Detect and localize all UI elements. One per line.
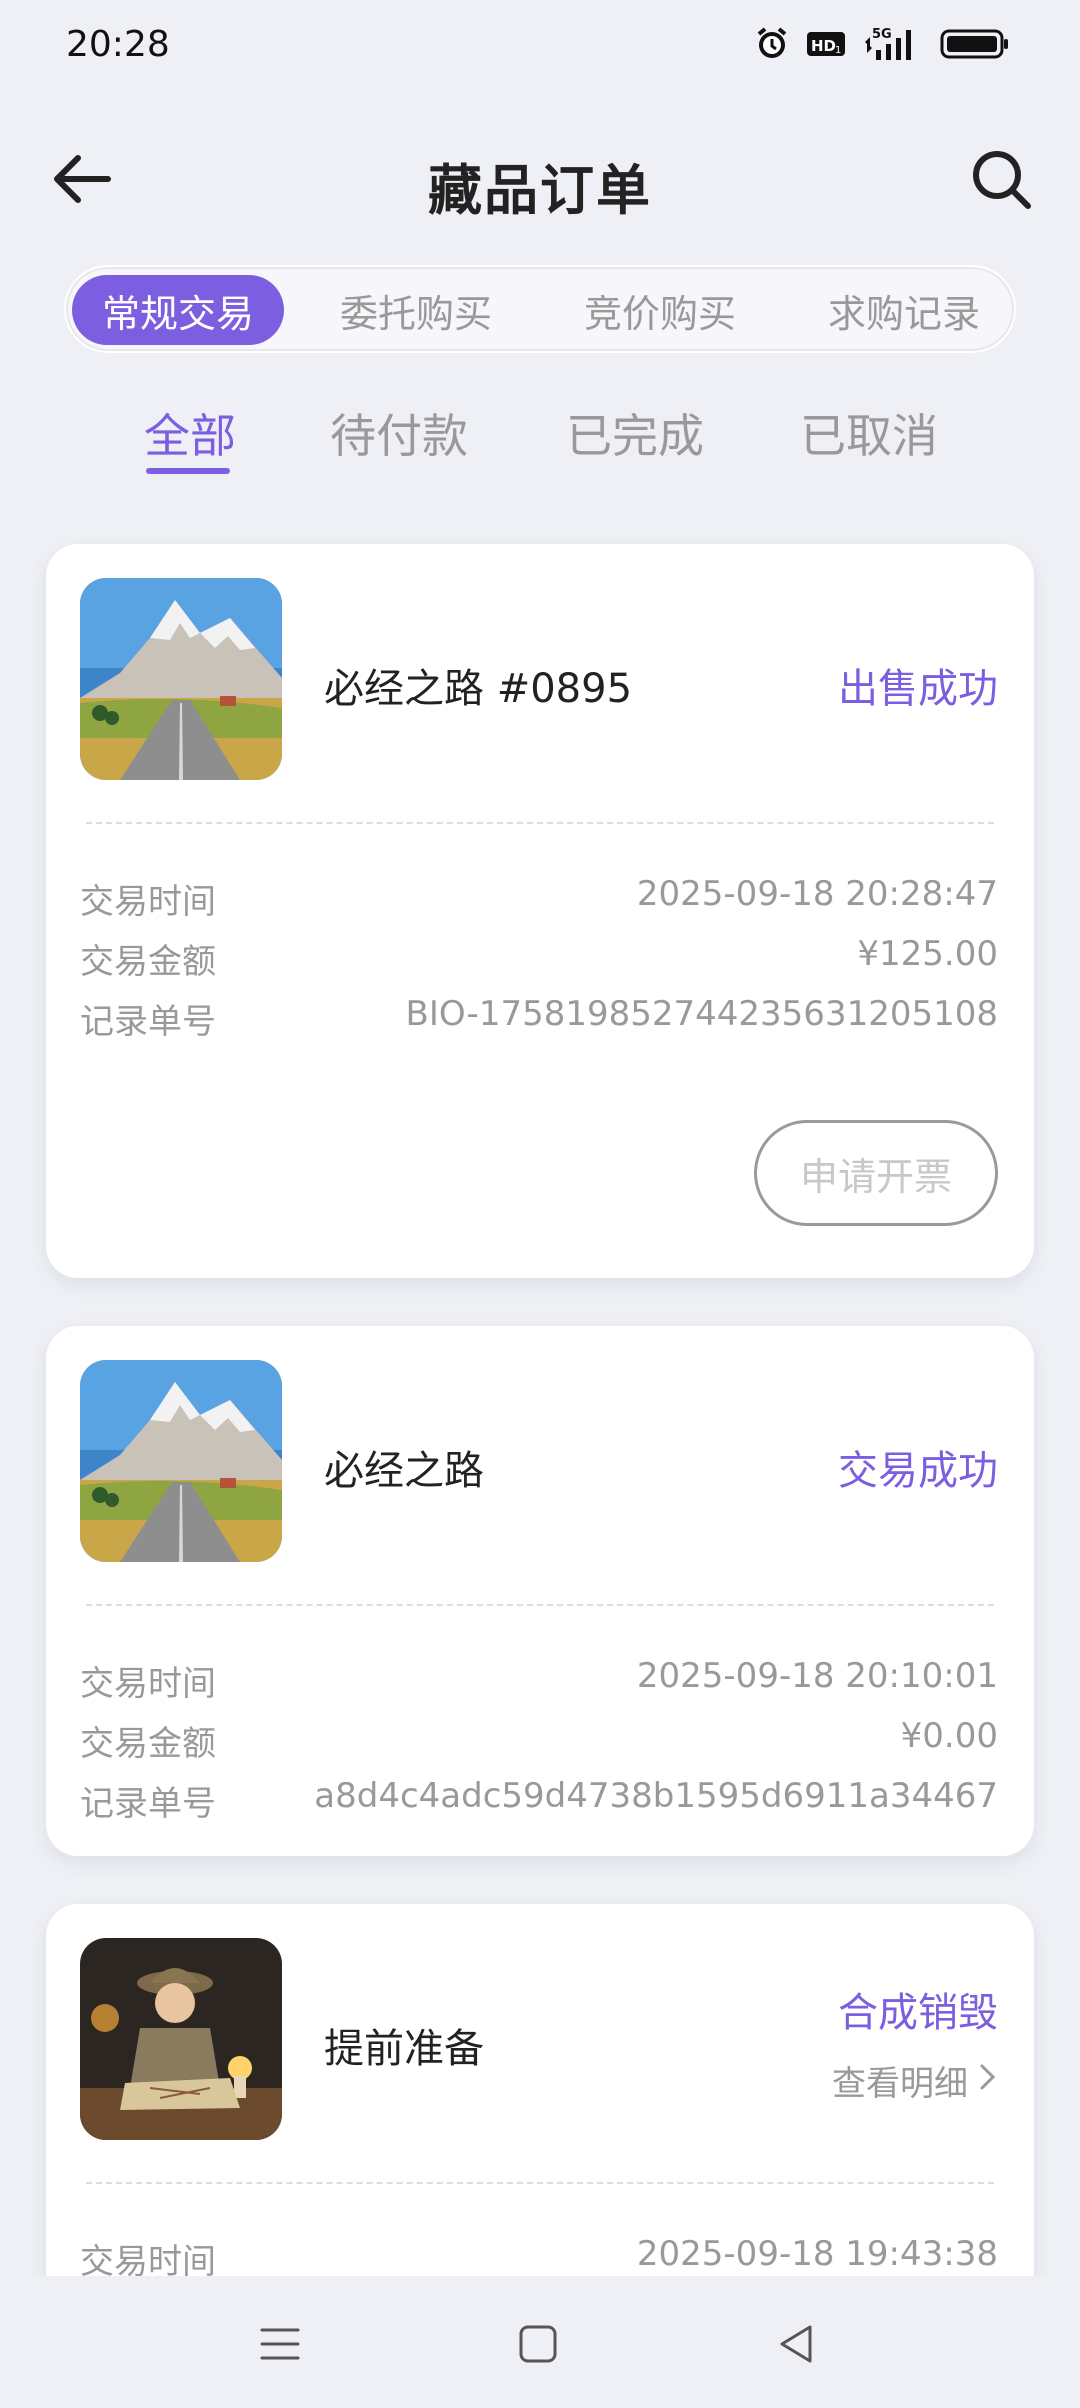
segment-regular-trade[interactable]: 常规交易 (72, 275, 284, 345)
segment-wanted-records[interactable]: 求购记录 (794, 275, 1014, 345)
order-card[interactable]: 提前准备 合成销毁 查看明细 交易时间 2025-09-18 19:43:38 (46, 1904, 1034, 2324)
menu-icon (258, 2322, 302, 2370)
back-triangle-icon (774, 2322, 818, 2370)
menu-button[interactable] (250, 2316, 310, 2376)
item-name: 必经之路 (324, 1448, 484, 1494)
status-bar: 20:28 HD 1 5G (0, 0, 1080, 96)
divider (86, 2182, 994, 2184)
svg-text:5G: 5G (872, 27, 892, 42)
order-status-tabs: 全部 待付款 已完成 已取消 (0, 400, 1080, 480)
system-nav-bar (0, 2276, 1080, 2408)
tab-completed[interactable]: 已完成 (566, 400, 704, 466)
back-nav-button[interactable] (766, 2316, 826, 2376)
home-button[interactable] (508, 2316, 568, 2376)
trade-amount-row: 交易金额 ¥0.00 (80, 1716, 998, 1766)
row-label: 记录单号 (80, 1784, 216, 1824)
alarm-icon (754, 26, 790, 62)
order-status: 合成销毁 (838, 1990, 998, 2036)
status-icons: HD 1 5G (754, 26, 1010, 62)
order-card[interactable]: 必经之路 交易成功 交易时间 2025-09-18 20:10:01 交易金额 … (46, 1326, 1034, 1856)
row-label: 交易时间 (80, 1664, 216, 1704)
item-name: 提前准备 (324, 2026, 484, 2072)
order-card[interactable]: 必经之路 #0895 出售成功 交易时间 2025-09-18 20:28:47… (46, 544, 1034, 1278)
row-value: ¥125.00 (857, 934, 998, 974)
tab-all[interactable]: 全部 (144, 400, 236, 466)
active-tab-indicator (146, 468, 230, 474)
segment-entrusted-purchase[interactable]: 委托购买 (306, 275, 526, 345)
row-value: 2025-09-18 20:10:01 (636, 1656, 998, 1696)
row-value: BIO-1758198527442356312051​08 (405, 994, 999, 1034)
trade-type-segment: 常规交易 委托购买 竞价购买 求购记录 (64, 265, 1016, 353)
row-value: ¥0.00 (900, 1716, 998, 1756)
row-value: 2025-09-18 19:43:38 (636, 2234, 998, 2274)
tab-cancelled[interactable]: 已取消 (800, 400, 938, 466)
trade-time-row: 交易时间 2025-09-18 20:10:01 (80, 1656, 998, 1706)
order-status: 交易成功 (838, 1448, 998, 1494)
row-label: 记录单号 (80, 1002, 216, 1042)
row-value: 2025-09-18 20:28:47 (636, 874, 998, 914)
svg-text:HD: HD (811, 37, 836, 55)
mountain-road-image (80, 1360, 282, 1562)
search-icon (970, 148, 1032, 214)
request-invoice-button[interactable]: 申请开票 (754, 1120, 998, 1226)
divider (86, 822, 994, 824)
divider (86, 1604, 994, 1606)
header: 藏品订单 (0, 130, 1080, 230)
trade-amount-row: 交易金额 ¥125.00 (80, 934, 998, 984)
segment-bid-purchase[interactable]: 竞价购买 (550, 275, 770, 345)
mountain-road-image (80, 578, 282, 780)
row-label: 交易时间 (80, 882, 216, 922)
item-name: 必经之路 #0895 (324, 666, 633, 712)
status-time: 20:28 (66, 24, 170, 65)
tab-pending-payment[interactable]: 待付款 (330, 400, 468, 466)
row-label: 交易金额 (80, 1724, 216, 1764)
home-square-icon (516, 2322, 560, 2370)
record-number-row: 记录单号 BIO-1758198527442356312051​08 (80, 994, 998, 1044)
record-number-row: 记录单号 a8d4c4adc59d4738b1595d6911a34467 (80, 1776, 998, 1826)
order-status: 出售成功 (838, 666, 998, 712)
svg-text:1: 1 (835, 45, 841, 56)
view-details-label: 查看明细 (832, 2064, 968, 2104)
view-details-link[interactable]: 查看明细 (832, 2056, 998, 2105)
row-value: a8d4c4adc59d4738b1595d6911a34467 (314, 1776, 998, 1816)
page-title: 藏品订单 (428, 159, 652, 222)
explorer-map-image (80, 1938, 282, 2140)
5g-signal-icon: 5G (862, 26, 924, 62)
row-label: 交易金额 (80, 942, 216, 982)
trade-time-row: 交易时间 2025-09-18 20:28:47 (80, 874, 998, 924)
chevron-right-icon (978, 2061, 998, 2101)
search-button[interactable] (968, 148, 1034, 214)
battery-icon (940, 26, 1010, 62)
hd-icon: HD 1 (806, 29, 846, 59)
